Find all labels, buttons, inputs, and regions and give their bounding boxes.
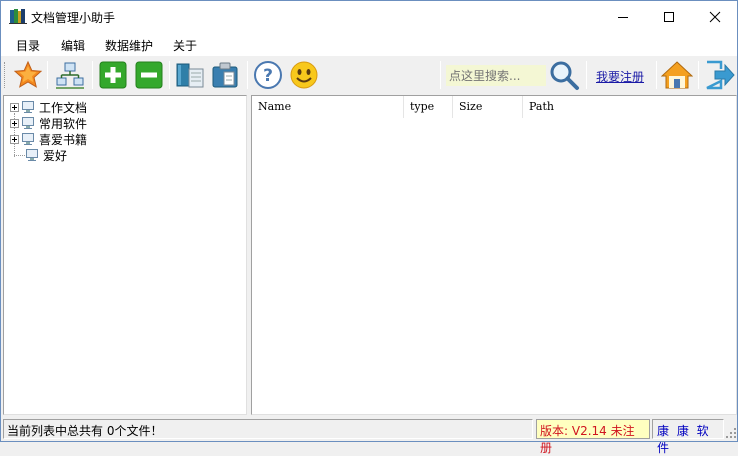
tree-node-hobbies[interactable]: 爱好 <box>10 147 67 163</box>
star-icon <box>13 60 43 88</box>
svg-text:?: ? <box>263 66 273 86</box>
resize-grip-icon[interactable] <box>725 427 737 439</box>
computer-icon <box>26 149 38 161</box>
smiley-icon <box>290 61 318 89</box>
search-input[interactable] <box>446 65 546 86</box>
expand-icon[interactable] <box>10 134 19 144</box>
search-button[interactable] <box>547 59 581 91</box>
maximize-button[interactable] <box>646 1 692 32</box>
column-header-type[interactable]: type <box>404 96 453 118</box>
toolbar-separator <box>92 61 93 89</box>
toolbar-separator <box>169 61 170 89</box>
maximize-icon <box>664 11 674 22</box>
menu-data-maintenance[interactable]: 数据维护 <box>105 37 153 54</box>
tree-node-common-software[interactable]: 常用软件 <box>10 115 87 131</box>
close-icon <box>709 11 721 22</box>
column-header-name[interactable]: Name <box>252 96 404 118</box>
toolbar-separator <box>698 61 699 89</box>
tree-node-label: 工作文档 <box>39 100 88 115</box>
paste-button[interactable] <box>209 59 241 91</box>
expand-icon[interactable] <box>10 102 19 112</box>
minimize-button[interactable] <box>600 1 646 32</box>
minus-icon <box>135 61 163 89</box>
column-header-path[interactable]: Path <box>523 96 736 118</box>
menu-bar: 目录 编辑 数据维护 关于 <box>1 32 737 56</box>
tree-node-label: 常用软件 <box>39 116 88 131</box>
add-button[interactable] <box>97 59 129 91</box>
tree-node-label: 爱好 <box>43 148 68 163</box>
app-window: 文档管理小助手 目录 编辑 数据维护 关于 ? 点这里搜索... 我要注册 工作… <box>0 0 738 455</box>
home-button[interactable] <box>661 59 693 91</box>
plus-icon <box>99 61 127 89</box>
tree-node-work-docs[interactable]: 工作文档 <box>10 99 87 115</box>
menu-catalog[interactable]: 目录 <box>16 37 40 54</box>
window-title: 文档管理小助手 <box>31 11 116 25</box>
computer-icon <box>22 133 34 145</box>
register-link[interactable]: 我要注册 <box>596 68 644 85</box>
toolbar-separator <box>586 61 587 89</box>
help-button[interactable]: ? <box>252 59 284 91</box>
copy-button[interactable] <box>174 59 206 91</box>
remove-button[interactable] <box>133 59 165 91</box>
close-button[interactable] <box>692 1 738 32</box>
menu-about[interactable]: 关于 <box>173 37 197 54</box>
copy-book-icon <box>176 63 204 88</box>
exit-icon <box>706 60 735 90</box>
company-label: 康 康 软 件 <box>652 419 724 455</box>
expand-icon[interactable] <box>10 118 19 128</box>
toolbar-separator <box>47 61 48 89</box>
exit-button[interactable] <box>703 59 735 91</box>
toolbar-separator <box>440 61 441 89</box>
tree-connector <box>14 154 25 156</box>
toolbar-separator <box>656 61 657 89</box>
toolbar-separator <box>247 61 248 89</box>
status-bar: 当前列表中总共有 0个文件！ 版本: V2.14 未注册 康 康 软 件 <box>1 417 737 455</box>
minimize-icon <box>618 16 628 18</box>
status-message: 当前列表中总共有 0个文件！ <box>3 419 533 439</box>
toolbar-grip[interactable] <box>4 62 7 88</box>
books-app-icon <box>9 9 27 24</box>
help-icon: ? <box>254 61 282 89</box>
menu-edit[interactable]: 编辑 <box>61 37 85 54</box>
smiley-button[interactable] <box>288 59 320 91</box>
computer-icon <box>22 101 34 113</box>
favorite-button[interactable] <box>12 59 44 91</box>
network-button[interactable] <box>54 59 86 91</box>
tree-node-favorite-books[interactable]: 喜爱书籍 <box>10 131 87 147</box>
tree-node-label: 喜爱书籍 <box>39 132 88 147</box>
list-header: Name type Size Path <box>252 96 736 118</box>
home-icon <box>661 61 693 89</box>
version-label: 版本: V2.14 未注册 <box>536 419 650 455</box>
file-list[interactable]: Name type Size Path <box>251 95 737 415</box>
title-bar: 文档管理小助手 <box>1 1 737 32</box>
search-icon <box>550 61 579 90</box>
network-icon <box>56 62 84 89</box>
paste-clipboard-icon <box>212 62 238 88</box>
column-header-size[interactable]: Size <box>453 96 523 118</box>
computer-icon <box>22 117 34 129</box>
folder-tree[interactable]: 工作文档 常用软件 喜爱书籍 爱好 <box>3 95 247 415</box>
